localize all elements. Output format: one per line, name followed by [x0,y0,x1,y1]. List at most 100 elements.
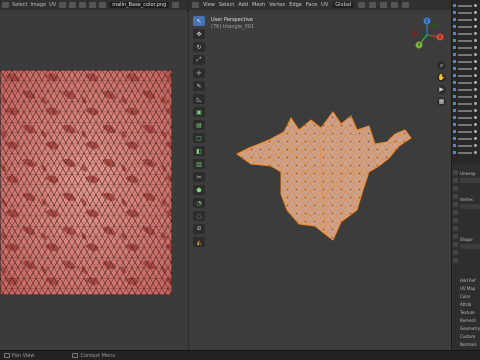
outliner-row[interactable] [453,24,480,29]
outliner-row[interactable] [453,136,480,141]
particles-tab-icon[interactable] [453,226,458,231]
rotate-icon[interactable]: ↻ [193,42,205,52]
prop-label-uv-map[interactable]: UV Map [460,286,475,291]
outliner-row[interactable] [453,80,480,85]
outliner[interactable] [452,0,480,162]
outliner-row[interactable] [453,31,480,36]
prop-field[interactable] [460,244,480,249]
menu-vertex[interactable]: Vertex [269,2,285,8]
outliner-row[interactable] [453,38,480,43]
camera-view-icon[interactable]: ▶ [437,85,446,94]
outliner-row[interactable] [453,129,480,134]
prop-label-geometry[interactable]: Geometry [460,326,480,331]
vertex-select-icon[interactable] [69,2,77,8]
uv-menu-select[interactable]: Select [12,2,27,8]
face-select-icon[interactable] [89,2,97,8]
uv-canvas[interactable] [0,12,188,350]
outliner-row[interactable] [453,122,480,127]
snap-icon[interactable] [358,2,366,8]
prop-label-normals[interactable]: Normals [460,342,477,347]
modifier-tab-icon[interactable] [453,218,458,223]
outliner-row[interactable] [453,3,480,8]
prop-label-attrib[interactable]: Attrib [460,302,471,307]
transform-icon[interactable]: ✛ [193,68,205,78]
image-name-field[interactable]: malin_Base_color.png [109,2,170,8]
mesh-object[interactable] [229,110,419,255]
menu-uv[interactable]: UV [321,2,328,8]
loopcut-icon[interactable]: ▥ [193,159,205,169]
uv-menu-uv[interactable]: UV [49,2,56,8]
material-tab-icon[interactable] [453,250,458,255]
world-tab-icon[interactable] [453,202,458,207]
shear-icon[interactable]: ⧄ [193,224,205,234]
prop-field[interactable] [460,178,480,183]
outliner-row[interactable] [453,115,480,120]
extrude-icon[interactable]: ▤ [193,120,205,130]
menu-mesh[interactable]: Mesh [252,2,265,8]
proportional-edit-icon[interactable] [369,2,377,8]
outliner-row[interactable] [453,10,480,15]
measure-icon[interactable]: ◺ [193,94,205,104]
annotate-icon[interactable]: ✎ [193,81,205,91]
outliner-row[interactable] [453,45,480,50]
outliner-row[interactable] [453,101,480,106]
outliner-row[interactable] [453,150,480,155]
rip-icon[interactable]: ◭ [193,237,205,247]
menu-edge[interactable]: Edge [289,2,302,8]
sync-select-icon[interactable] [59,2,67,8]
prop-label-color[interactable]: Color [460,294,470,299]
ortho-toggle-icon[interactable]: ▦ [437,97,446,106]
inset-icon[interactable]: ▢ [193,133,205,143]
editor-type-icon[interactable] [192,2,199,8]
pan-hand-icon[interactable]: ✋ [437,73,446,82]
object-tab-icon[interactable] [453,210,458,215]
transform-orientation-dropdown[interactable]: Global [332,2,355,8]
prop-label-vertex[interactable]: Vertex [460,197,473,202]
xray-icon[interactable] [391,2,399,8]
knife-icon[interactable]: ✂ [193,172,205,182]
prop-label-add-ref[interactable]: Add Ref [460,278,475,283]
menu-face[interactable]: Face [306,2,317,8]
outliner-row[interactable] [453,17,480,22]
smooth-icon[interactable]: ◌ [193,211,205,221]
3d-viewport[interactable]: View Select Add Mesh Vertex Edge Face UV… [189,0,451,350]
outliner-row[interactable] [453,59,480,64]
bevel-icon[interactable]: ◧ [193,146,205,156]
editor-type-icon[interactable] [2,2,9,8]
close-image-icon[interactable] [172,2,180,8]
physics-tab-icon[interactable] [453,234,458,239]
data-tab-icon[interactable] [453,242,458,247]
overlay-icon[interactable] [380,2,388,8]
menu-view[interactable]: View [203,2,215,8]
render-tab-icon[interactable] [453,178,458,183]
outliner-row[interactable] [453,143,480,148]
prop-label-remesh[interactable]: Remesh [460,318,476,323]
output-tab-icon[interactable] [453,186,458,191]
prop-field[interactable] [460,204,480,209]
zoom-icon[interactable]: ⌕ [437,61,446,70]
menu-add[interactable]: Add [238,2,248,8]
outliner-row[interactable] [453,66,480,71]
navigation-gizmo[interactable]: X Y Z [407,15,447,55]
island-select-icon[interactable] [99,2,107,8]
scene-tab-icon[interactable] [453,194,458,199]
outliner-row[interactable] [453,87,480,92]
shading-solid-icon[interactable] [402,2,410,8]
prop-label-custom[interactable]: Custom [460,334,475,339]
prop-label-texture[interactable]: Texture [460,310,475,315]
outliner-row[interactable] [453,52,480,57]
spin-icon[interactable]: ◔ [193,198,205,208]
cursor-icon[interactable]: ↖ [193,16,205,26]
texture-tab-icon[interactable] [453,258,458,263]
menu-select[interactable]: Select [219,2,234,8]
uv-menu-image[interactable]: Image [30,2,46,8]
tool-tab-icon[interactable] [453,170,458,175]
prop-label-shape[interactable]: Shape [460,237,473,242]
outliner-row[interactable] [453,94,480,99]
outliner-row[interactable] [453,73,480,78]
add-cube-icon[interactable]: ▣ [193,107,205,117]
move-icon[interactable]: ✥ [193,29,205,39]
edge-select-icon[interactable] [79,2,87,8]
scale-icon[interactable]: ⤢ [193,55,205,65]
polybuild-icon[interactable]: ⬟ [193,185,205,195]
